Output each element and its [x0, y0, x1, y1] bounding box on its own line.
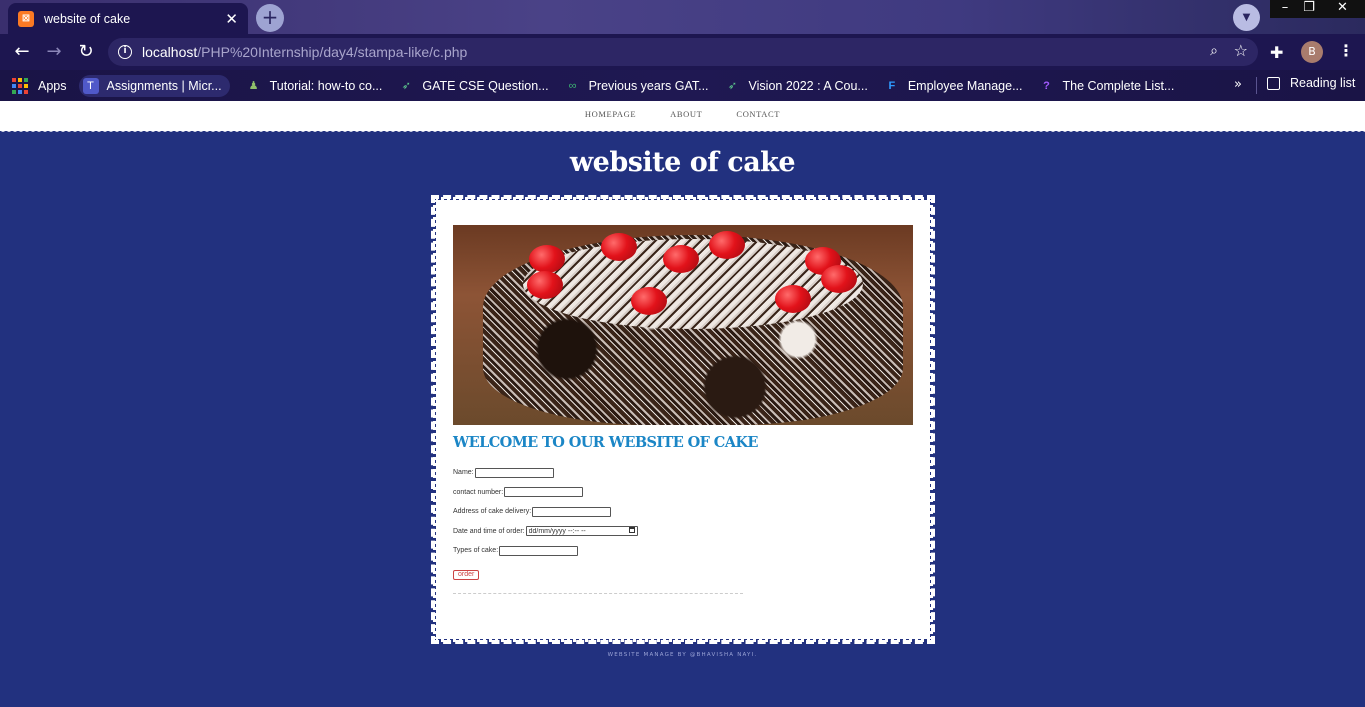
bookmark-label: The Complete List...: [1062, 78, 1175, 93]
form-row-type: Types of cake:: [453, 541, 913, 561]
contact-number-label: contact number:: [453, 488, 504, 496]
extensions-puzzle-icon[interactable]: ✚: [1270, 43, 1283, 62]
bookmark-label: Previous years GAT...: [588, 78, 709, 93]
bookmark-employee-manage[interactable]: F Employee Manage...: [884, 78, 1023, 94]
address-bar[interactable]: i localhost/PHP%20Internship/day4/stampa…: [108, 38, 1258, 66]
cherry: [529, 245, 565, 273]
cake-type-input[interactable]: [499, 545, 579, 556]
bookmark-tutorial[interactable]: ♟ Tutorial: how-to co...: [246, 78, 383, 94]
calendar-icon[interactable]: [628, 527, 635, 534]
footer-credit: WEBSITE MANAGE BY @BHAVISHA NAYI.: [607, 652, 758, 658]
datetime-input[interactable]: [525, 526, 638, 537]
form-row-datetime: Date and time of order:: [453, 522, 913, 542]
close-window-button[interactable]: ✕: [1320, 0, 1365, 18]
reload-icon[interactable]: ↻: [70, 36, 102, 68]
tab-search-icon[interactable]: ▼: [1233, 4, 1260, 31]
bookmark-apps[interactable]: Apps: [12, 77, 67, 94]
nav-link-about[interactable]: ABOUT: [670, 109, 702, 119]
url-host: localhost: [142, 44, 198, 60]
cherry: [663, 245, 699, 273]
cake-type-label: Types of cake:: [453, 547, 499, 555]
datetime-field: [525, 526, 638, 537]
zoom-icon[interactable]: ⌕: [1210, 43, 1218, 59]
bookmark-gate-cse[interactable]: ➶ GATE CSE Question...: [398, 78, 549, 94]
site-info-icon[interactable]: i: [118, 45, 132, 59]
form-row-contact: contact number:: [453, 483, 913, 503]
order-button[interactable]: order: [453, 569, 480, 580]
rocket-icon: ➶: [727, 79, 738, 92]
bookmark-assignments[interactable]: T Assignments | Micr...: [78, 74, 230, 97]
cherry: [709, 231, 745, 259]
tutorial-icon: ♟: [248, 79, 259, 92]
bookmark-complete-list[interactable]: ? The Complete List...: [1039, 78, 1175, 94]
bookmark-label: Vision 2022 : A Cou...: [748, 78, 868, 93]
bookmark-label: GATE CSE Question...: [422, 78, 549, 93]
reading-list-button[interactable]: Reading list: [1267, 76, 1355, 90]
reading-list-icon: [1267, 76, 1280, 90]
rocket-icon: ➶: [401, 79, 411, 92]
kebab-menu-icon[interactable]: ⋮: [1338, 41, 1354, 60]
nav-scalloped-edge: [0, 129, 1365, 134]
tab-strip: ⊠ website of cake ✕ + ▼ – ❐ ✕: [0, 0, 1365, 34]
f-icon: F: [888, 79, 896, 92]
content-card: WELCOME TO OUR WEBSITE OF CAKE Name: con…: [431, 195, 935, 644]
page-title: website of cake: [569, 147, 796, 178]
address-label: Address of cake delivery:: [453, 508, 532, 516]
cake-image: [453, 225, 913, 425]
bookmark-label: Tutorial: how-to co...: [269, 78, 383, 93]
url-path: /PHP%20Internship/day4/stampa-like/c.php: [197, 44, 468, 60]
nav-link-contact[interactable]: CONTACT: [736, 109, 780, 119]
profile-avatar[interactable]: B: [1301, 41, 1323, 63]
welcome-heading: WELCOME TO OUR WEBSITE OF CAKE: [453, 434, 758, 451]
browser-toolbar: ← → ↻ i localhost/PHP%20Internship/day4/…: [0, 34, 1365, 70]
bookmark-label: Employee Manage...: [907, 78, 1023, 93]
apps-grid-icon: [12, 77, 28, 94]
forward-arrow-icon[interactable]: →: [38, 36, 70, 68]
order-form: Name: contact number: Address of cake de…: [453, 463, 913, 580]
cherry: [631, 287, 667, 315]
bookmark-label: Assignments | Micr...: [106, 78, 222, 93]
site-navigation: HOMEPAGE ABOUT CONTACT: [0, 101, 1365, 131]
bookmark-previous-years[interactable]: ∞ Previous years GAT...: [565, 78, 709, 94]
bookmark-star-icon[interactable]: ☆: [1234, 41, 1248, 60]
cherry: [601, 233, 637, 261]
nav-link-homepage[interactable]: HOMEPAGE: [585, 109, 636, 119]
name-label: Name:: [453, 469, 474, 477]
tab-close-icon[interactable]: ✕: [225, 10, 238, 28]
datetime-label: Date and time of order:: [453, 527, 525, 535]
xampp-favicon-icon: ⊠: [18, 10, 34, 27]
bookmark-vision-2022[interactable]: ➶ Vision 2022 : A Cou...: [725, 78, 868, 94]
bookmark-label: Apps: [38, 78, 67, 93]
link-icon: ∞: [568, 79, 577, 92]
bookmarks-overflow-chevron-icon[interactable]: »: [1234, 77, 1242, 92]
cherry: [775, 285, 811, 313]
form-row-address: Address of cake delivery:: [453, 502, 913, 522]
form-row-name: Name:: [453, 463, 913, 483]
question-icon: ?: [1043, 79, 1050, 92]
name-input[interactable]: [474, 467, 554, 478]
address-input[interactable]: [532, 506, 612, 517]
form-divider: [453, 592, 743, 594]
new-tab-button[interactable]: +: [256, 4, 284, 32]
cherry: [821, 265, 857, 293]
bookmarks-divider: [1256, 77, 1257, 94]
back-arrow-icon[interactable]: ←: [6, 36, 38, 68]
contact-number-input[interactable]: [504, 487, 584, 498]
bookmarks-bar: Apps T Assignments | Micr... ♟ Tutorial:…: [0, 70, 1365, 101]
reading-list-label: Reading list: [1290, 76, 1356, 90]
cherry: [527, 271, 563, 299]
tab-title: website of cake: [44, 11, 131, 26]
teams-icon: T: [82, 77, 99, 94]
browser-tab[interactable]: ⊠ website of cake ✕: [8, 3, 248, 34]
